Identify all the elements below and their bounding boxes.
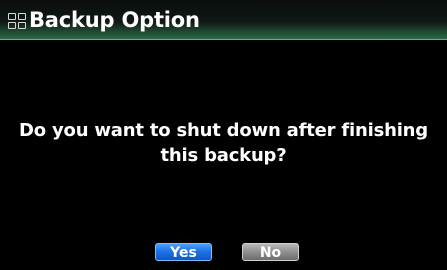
title-bar: Backup Option <box>0 0 447 40</box>
menu-grid-icon <box>8 13 26 29</box>
page-title: Backup Option <box>29 8 200 32</box>
yes-button[interactable]: Yes <box>155 243 212 261</box>
confirmation-message: Do you want to shut down after finishing… <box>19 120 428 166</box>
no-button[interactable]: No <box>242 243 299 261</box>
backup-option-screen: Backup Option Do you want to shut down a… <box>0 0 447 270</box>
